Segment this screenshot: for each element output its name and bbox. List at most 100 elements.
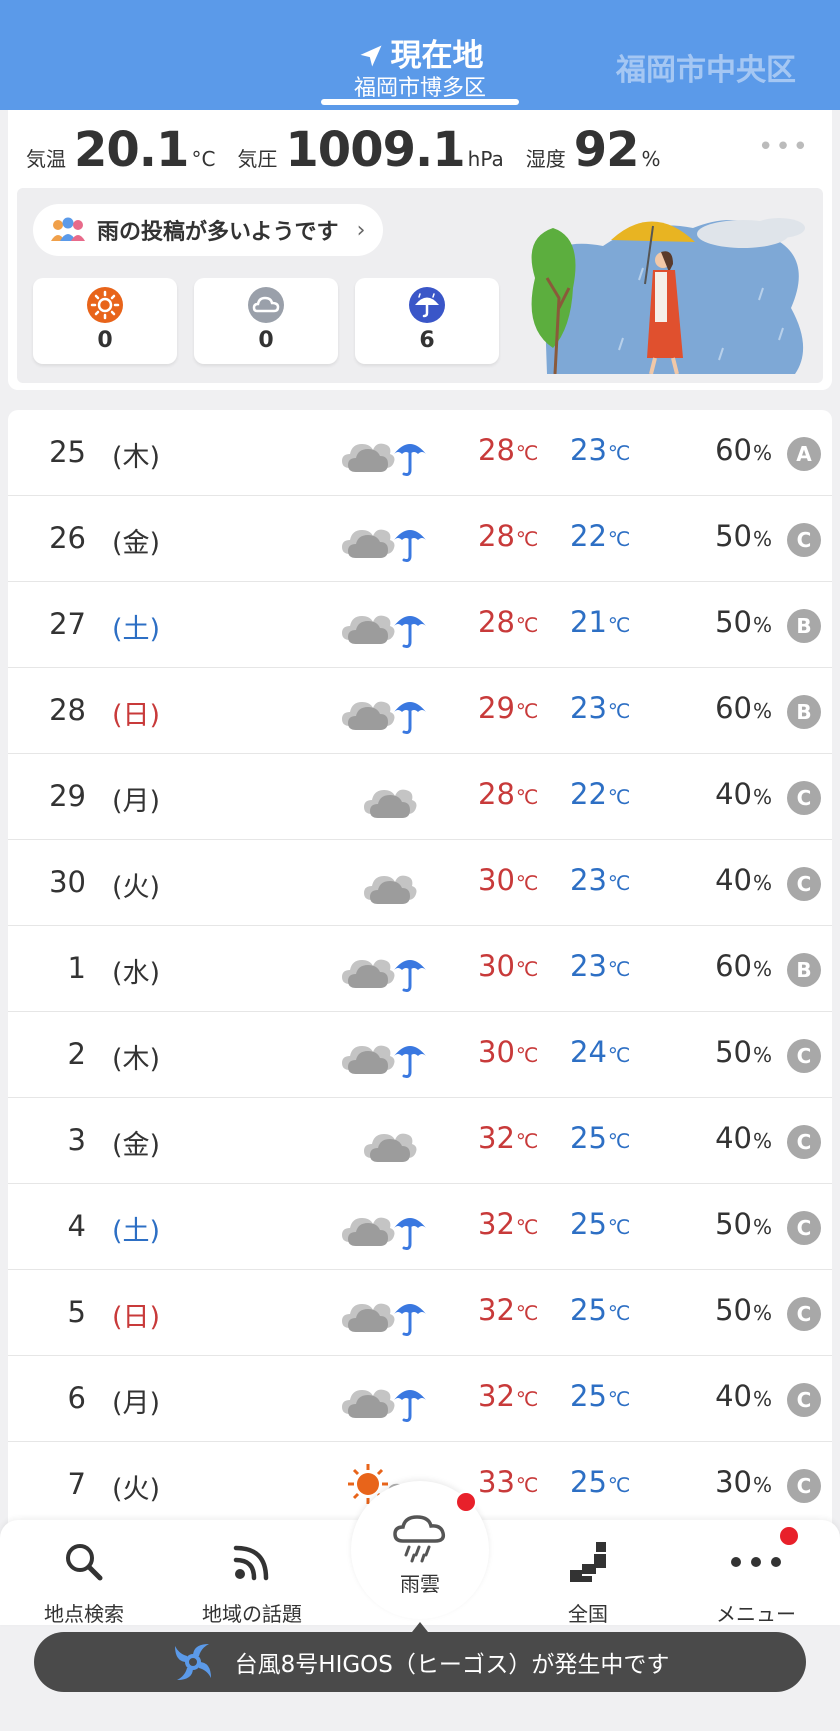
high-temp-value: 28: [478, 519, 515, 553]
reliability-badge: C: [787, 867, 821, 901]
precip-probability: 50%: [698, 1035, 772, 1069]
forecast-row[interactable]: 29 (月) 28℃ 22℃ 40% C: [8, 754, 832, 840]
forecast-day: 6: [67, 1381, 86, 1415]
forecast-weekday: (木): [112, 1044, 161, 1075]
reliability-badge: C: [787, 781, 821, 815]
high-temp-value: 28: [478, 777, 515, 811]
percent-unit: %: [752, 441, 772, 465]
low-temp-value: 23: [570, 949, 607, 983]
low-temp-value: 25: [570, 1293, 607, 1327]
weather-cloud-rain-icon: [340, 596, 440, 656]
search-icon: [66, 1544, 103, 1581]
menu-notification-badge: [778, 1525, 800, 1547]
high-temp: 32℃: [478, 1293, 558, 1327]
forecast-row[interactable]: 27 (土) 28℃ 21℃ 50% B: [8, 582, 832, 668]
precip-probability: 40%: [698, 863, 772, 897]
nav-menu[interactable]: メニュー: [676, 1538, 836, 1627]
weekly-forecast-list: 25 (木) 28℃ 23℃ 60% A 26 (金) 28℃ 22℃ 50% C 27 (土) 28℃ 21…: [8, 410, 832, 1530]
low-temp: 24℃: [570, 1035, 650, 1069]
pressure-label: 気圧: [237, 147, 278, 171]
forecast-row[interactable]: 5 (日) 32℃ 25℃ 50% C: [8, 1270, 832, 1356]
forecast-row[interactable]: 25 (木) 28℃ 23℃ 60% A: [8, 410, 832, 496]
precip-value: 60: [715, 433, 752, 467]
rainy-post-counter[interactable]: 6: [355, 278, 499, 364]
low-temp: 22℃: [570, 777, 650, 811]
more-dots-icon: [731, 1557, 781, 1567]
forecast-weekday: (火): [112, 1474, 161, 1505]
low-temp: 23℃: [570, 949, 650, 983]
forecast-row[interactable]: 26 (金) 28℃ 22℃ 50% C: [8, 496, 832, 582]
high-temp: 28℃: [478, 519, 558, 553]
nav-local-topics[interactable]: 地域の話題: [172, 1538, 332, 1627]
typhoon-alert-banner[interactable]: 台風8号HIGOS（ヒーゴス）が発生中です: [34, 1632, 806, 1692]
low-temp: 25℃: [570, 1207, 650, 1241]
sunny-post-count: 0: [97, 328, 113, 353]
reliability-badge: C: [787, 1383, 821, 1417]
low-temp: 23℃: [570, 863, 650, 897]
precip-probability: 60%: [698, 949, 772, 983]
reliability-badge: B: [787, 609, 821, 643]
forecast-day: 29: [49, 779, 86, 813]
reliability-badge: C: [787, 523, 821, 557]
nav-location-search[interactable]: 地点検索: [4, 1538, 164, 1627]
precip-value: 60: [715, 691, 752, 725]
percent-unit: %: [752, 1387, 772, 1411]
reliability-badge: C: [787, 1125, 821, 1159]
high-temp-value: 32: [478, 1379, 515, 1413]
forecast-row[interactable]: 1 (水) 30℃ 23℃ 60% B: [8, 926, 832, 1012]
high-temp-value: 33: [478, 1465, 515, 1499]
weather-cloud-rain-icon: [340, 682, 440, 742]
sunny-post-counter[interactable]: 0: [33, 278, 177, 364]
precip-value: 30: [715, 1465, 752, 1499]
rss-icon: [233, 1545, 269, 1581]
forecast-weekday: (木): [112, 442, 161, 473]
cloud-icon: [248, 287, 284, 323]
low-temp: 25℃: [570, 1293, 650, 1327]
forecast-row[interactable]: 30 (火) 30℃ 23℃ 40% C: [8, 840, 832, 926]
forecast-row[interactable]: 28 (日) 29℃ 23℃ 60% B: [8, 668, 832, 754]
precip-value: 40: [715, 777, 752, 811]
low-temp-value: 25: [570, 1465, 607, 1499]
weather-cloud-icon: [340, 854, 440, 914]
location-tab-chuo[interactable]: 福岡市中央区: [616, 45, 796, 89]
forecast-row[interactable]: 3 (金) 32℃ 25℃ 40% C: [8, 1098, 832, 1184]
cloudy-post-counter[interactable]: 0: [194, 278, 338, 364]
high-temp-value: 30: [478, 949, 515, 983]
percent-unit: %: [752, 1043, 772, 1067]
weather-cloud-rain-icon: [340, 510, 440, 570]
weather-cloud-rain-icon: [340, 1370, 440, 1430]
low-temp-value: 22: [570, 519, 607, 553]
temp-unit: ℃: [607, 1473, 631, 1497]
precip-value: 50: [715, 1293, 752, 1327]
low-temp: 23℃: [570, 433, 650, 467]
precip-value: 60: [715, 949, 752, 983]
rain-posts-link[interactable]: 雨の投稿が多いようです ›: [33, 204, 384, 256]
temp-unit: ℃: [515, 527, 539, 551]
forecast-weekday: (水): [112, 958, 161, 989]
humidity-value: 92: [573, 122, 640, 178]
high-temp-value: 29: [478, 691, 515, 725]
low-temp-value: 23: [570, 691, 607, 725]
more-options-button[interactable]: •••: [758, 132, 810, 162]
temp-unit: °C: [191, 147, 216, 171]
forecast-day: 1: [67, 951, 86, 985]
forecast-row[interactable]: 2 (木) 30℃ 24℃ 50% C: [8, 1012, 832, 1098]
forecast-row[interactable]: 4 (土) 32℃ 25℃ 50% C: [8, 1184, 832, 1270]
precip-value: 40: [715, 863, 752, 897]
temp-unit: ℃: [515, 871, 539, 895]
forecast-weekday: (月): [112, 786, 161, 817]
high-temp: 32℃: [478, 1379, 558, 1413]
weather-cloud-rain-icon: [340, 940, 440, 1000]
high-temp: 30℃: [478, 863, 558, 897]
nav-national[interactable]: 全国: [508, 1538, 668, 1627]
percent-unit: %: [752, 613, 772, 637]
nav-rain-cloud-radar[interactable]: 雨雲: [351, 1481, 489, 1619]
forecast-row[interactable]: 6 (月) 32℃ 25℃ 40% C: [8, 1356, 832, 1442]
forecast-day: 4: [67, 1209, 86, 1243]
forecast-weekday: (日): [112, 1302, 161, 1333]
temp-unit: ℃: [607, 441, 631, 465]
nav-rain-label: 雨雲: [400, 1572, 440, 1596]
precip-value: 50: [715, 605, 752, 639]
weather-cloud-rain-icon: [340, 424, 440, 484]
forecast-weekday: (金): [112, 528, 161, 559]
